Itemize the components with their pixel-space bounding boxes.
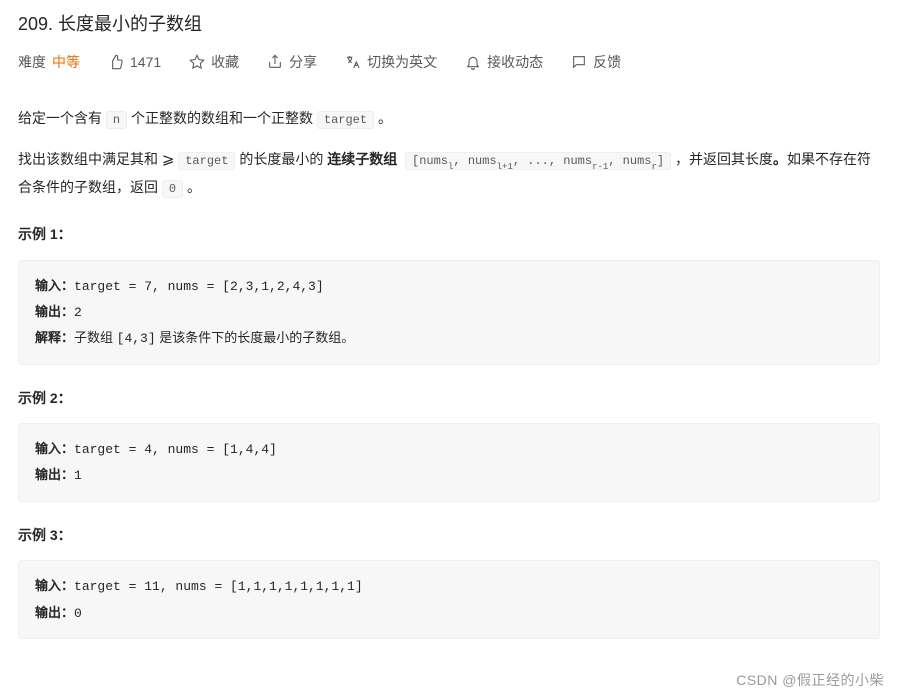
example-title-3: 示例 3：: [18, 524, 880, 546]
output-label: 输出：: [35, 605, 74, 620]
bold-text: 连续子数组: [327, 151, 397, 167]
problem-title: 209. 长度最小的子数组: [18, 10, 880, 39]
likes-count: 1471: [130, 51, 161, 73]
input-label: 输入：: [35, 578, 74, 593]
bold-text: 。: [773, 151, 787, 167]
output-label: 输出：: [35, 304, 74, 319]
switch-lang-button[interactable]: 切换为英文: [345, 51, 437, 73]
star-icon: [189, 54, 205, 70]
share-button[interactable]: 分享: [267, 51, 317, 73]
input-label: 输入：: [35, 278, 74, 293]
subscribe-button[interactable]: 接收动态: [465, 51, 543, 73]
switch-lang-label: 切换为英文: [367, 51, 437, 73]
problem-description: 给定一个含有 n 个正整数的数组和一个正整数 target 。 找出该数组中满足…: [18, 105, 880, 201]
feedback-label: 反馈: [593, 51, 621, 73]
watermark: CSDN @假正经的小柴: [736, 669, 884, 691]
ge-symbol: ⩾: [162, 152, 178, 168]
desc-text: 。: [183, 179, 201, 195]
difficulty: 难度 中等: [18, 51, 80, 73]
feedback-button[interactable]: 反馈: [571, 51, 621, 73]
likes-button[interactable]: 1471: [108, 51, 161, 73]
output-label: 输出：: [35, 467, 74, 482]
input-value: target = 4, nums = [1,4,4]: [74, 442, 277, 457]
input-label: 输入：: [35, 441, 74, 456]
desc-text: 的长度最小的: [235, 151, 327, 167]
code-zero: 0: [162, 180, 183, 198]
example-title-2: 示例 2：: [18, 387, 880, 409]
desc-text: ，并返回其长度: [671, 151, 773, 167]
meta-row: 难度 中等 1471 收藏 分享 切换为英文 接收动态 反馈: [18, 51, 880, 73]
desc-text: 给定一个含有: [18, 110, 106, 126]
explain-text: 子数组: [74, 330, 117, 345]
explain-text: 是该条件下的长度最小的子数组。: [156, 330, 355, 345]
output-value: 2: [74, 305, 82, 320]
explain-code: [4,3]: [117, 331, 156, 346]
translate-icon: [345, 54, 361, 70]
example-block-3: 输入：target = 11, nums = [1,1,1,1,1,1,1,1]…: [18, 560, 880, 639]
favorite-button[interactable]: 收藏: [189, 51, 239, 73]
output-value: 0: [74, 606, 82, 621]
subscribe-label: 接收动态: [487, 51, 543, 73]
output-value: 1: [74, 468, 82, 483]
desc-text: 个正整数的数组和一个正整数: [127, 110, 317, 126]
input-value: target = 7, nums = [2,3,1,2,4,3]: [74, 279, 324, 294]
share-label: 分享: [289, 51, 317, 73]
comment-icon: [571, 54, 587, 70]
favorite-label: 收藏: [211, 51, 239, 73]
input-value: target = 11, nums = [1,1,1,1,1,1,1,1]: [74, 579, 363, 594]
share-icon: [267, 54, 283, 70]
desc-text: 找出该数组中满足其和: [18, 151, 162, 167]
code-target: target: [178, 152, 235, 170]
example-block-2: 输入：target = 4, nums = [1,4,4] 输出：1: [18, 423, 880, 502]
code-target: target: [317, 111, 374, 129]
difficulty-label: 难度: [18, 51, 46, 73]
example-block-1: 输入：target = 7, nums = [2,3,1,2,4,3] 输出：2…: [18, 260, 880, 365]
explain-label: 解释：: [35, 330, 74, 345]
bell-icon: [465, 54, 481, 70]
code-n: n: [106, 111, 127, 129]
code-array: [numsl, numsl+1, ..., numsr-1, numsr]: [405, 152, 671, 170]
difficulty-value: 中等: [52, 51, 80, 73]
desc-text: 。: [374, 110, 392, 126]
thumbs-up-icon: [108, 54, 124, 70]
example-title-1: 示例 1：: [18, 223, 880, 245]
